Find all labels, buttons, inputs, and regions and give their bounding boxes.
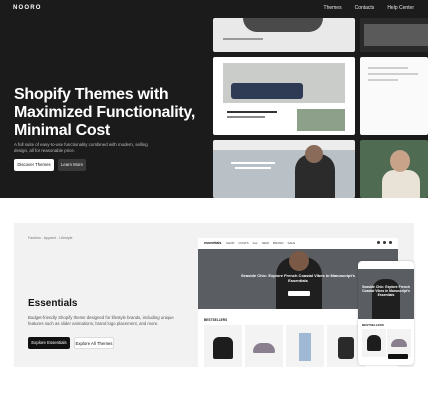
- preview-nav-item: BRAND: [272, 241, 284, 245]
- jeans-image: [299, 333, 311, 361]
- preview-hero-banner: Seaside Chic: Explore French Coastal Vib…: [358, 269, 414, 319]
- preview-hero-caption: Seaside Chic: Explore French Coastal Vib…: [240, 273, 356, 283]
- preview-nav-item: SHOP: [226, 241, 235, 245]
- theme-preview-thumbnail: [360, 57, 428, 135]
- hat-image: [391, 339, 407, 347]
- hat-image: [253, 343, 275, 353]
- product-card: [362, 329, 386, 357]
- preview-nav-item: NEW: [261, 241, 269, 245]
- theme-preview-thumbnail: [213, 57, 355, 135]
- preview-add-button: [388, 354, 408, 359]
- theme-category-tag: Fashion - Apparel - Lifestyle: [28, 236, 73, 240]
- explore-all-themes-button[interactable]: Explore All Themes: [74, 337, 114, 349]
- product-card: [286, 325, 324, 367]
- theme-preview-thumbnail: [213, 18, 355, 52]
- product-card: [387, 329, 411, 357]
- theme-description: Budget-friendly Shopify theme designed f…: [28, 315, 174, 326]
- vest-image: [338, 337, 354, 359]
- preview-nav-links: SHOP COATS ALL NEW BRAND SALE: [226, 241, 295, 245]
- hoodie-image: [213, 337, 233, 359]
- hoodie-image: [367, 335, 381, 351]
- preview-nav-item: ALL: [252, 241, 258, 245]
- discover-themes-button[interactable]: Discover Themes: [14, 159, 54, 171]
- learn-more-button[interactable]: Learn More: [58, 159, 86, 171]
- hero-subtitle: A full suite of easy-to-use functionalit…: [14, 142, 148, 153]
- preview-hero-caption: Seaside Chic: Explore French Coastal Vib…: [362, 285, 410, 298]
- essentials-theme-card: Fashion - Apparel - Lifestyle Essentials…: [14, 223, 414, 367]
- preview-logo: essentials: [204, 241, 222, 245]
- explore-essentials-button[interactable]: Explore Essentials: [28, 337, 70, 349]
- preview-section-title: BESTSELLERS: [362, 323, 384, 327]
- hero-title: Shopify Themes with Maximized Functional…: [14, 86, 195, 139]
- theme-preview-thumbnail: [360, 140, 428, 198]
- theme-title: Essentials: [28, 298, 78, 309]
- preview-section-title: BESTSELLERS: [204, 318, 228, 322]
- preview-hero-button: [288, 291, 310, 296]
- nav-links: Themes Contacts Help Center: [324, 5, 414, 11]
- preview-nav-item: COATS: [238, 241, 249, 245]
- search-icon: [377, 241, 380, 244]
- nav-link-contacts[interactable]: Contacts: [355, 5, 375, 11]
- mobile-preview[interactable]: Seaside Chic: Explore French Coastal Vib…: [358, 261, 414, 365]
- theme-preview-thumbnail: [213, 140, 355, 198]
- top-navigation: NOORO Themes Contacts Help Center: [0, 0, 428, 18]
- product-card: [245, 325, 283, 367]
- cart-icon: [389, 241, 392, 244]
- brand-logo[interactable]: NOORO: [13, 5, 42, 11]
- nav-link-themes[interactable]: Themes: [324, 5, 342, 11]
- hero-section: NOORO Themes Contacts Help Center Shopif…: [0, 0, 428, 198]
- preview-nav-item: SALE: [287, 241, 296, 245]
- product-card: [204, 325, 242, 367]
- account-icon: [383, 241, 386, 244]
- nav-link-help-center[interactable]: Help Center: [387, 5, 414, 11]
- theme-preview-thumbnail: [360, 18, 428, 52]
- preview-nav-icons: [377, 241, 392, 244]
- preview-nav: essentials SHOP COATS ALL NEW BRAND SALE: [198, 238, 398, 248]
